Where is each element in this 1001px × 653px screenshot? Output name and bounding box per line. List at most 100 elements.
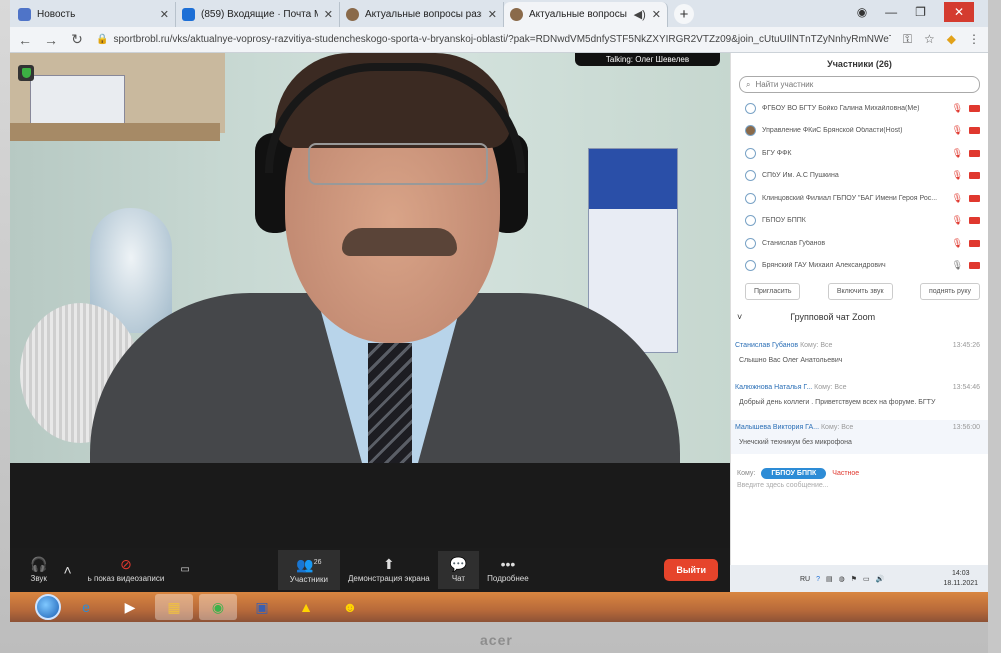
close-icon[interactable]: ✕ <box>160 8 169 21</box>
participant-row[interactable]: ФГБОУ ВО БГТУ Бойко Галина Михайловна(Me… <box>731 97 988 120</box>
participant-name: ГБПОУ БППК <box>762 217 806 225</box>
key-icon[interactable]: ⚿ <box>903 32 912 47</box>
audio-options-button[interactable]: ˄ <box>55 563 79 577</box>
message-recipient: Кому: Все <box>820 424 854 431</box>
network-icon[interactable]: ▤ <box>826 575 833 583</box>
participants-button[interactable]: 👥26 Участники <box>277 550 340 590</box>
chat-header: ˅ Групповой чат Zoom <box>731 300 988 322</box>
forward-arrow-icon[interactable]: → <box>44 32 58 48</box>
close-icon[interactable]: ✕ <box>324 8 333 21</box>
browser-tab-2[interactable]: (859) Входящие · Почта Mail.ru ✕ <box>176 2 340 27</box>
explorer-icon[interactable]: ▦ <box>155 594 193 620</box>
mustache <box>342 228 457 256</box>
browser-tab-4[interactable]: Актуальные вопросы раз ◀) ✕ <box>504 2 668 27</box>
chrome-icon[interactable]: ◉ <box>199 594 237 620</box>
camera-off-icon: ⊘ <box>120 556 132 572</box>
tab-title: Новость <box>37 9 76 20</box>
star-icon[interactable]: ☆ <box>924 32 935 47</box>
raise-hand-button[interactable]: поднять руку <box>919 283 980 300</box>
leave-button[interactable]: Выйти <box>664 559 718 581</box>
camera-off-icon <box>969 104 980 112</box>
invite-button[interactable]: Пригласить <box>745 283 801 300</box>
ie-icon[interactable]: e <box>67 594 105 620</box>
message-time: 13:45:26 <box>952 342 980 349</box>
video-button[interactable]: ⊘ ь показ видеозаписи <box>80 557 173 583</box>
volume-icon[interactable]: 🔊 <box>876 575 885 583</box>
avatar-icon <box>745 237 756 249</box>
participant-row[interactable]: БГУ ФФК 🎙 <box>731 142 988 165</box>
participant-list: ФГБОУ ВО БГТУ Бойко Галина Михайловна(Me… <box>731 97 988 277</box>
more-label: Подробнее <box>487 574 529 583</box>
mic-muted-icon: 🎙 <box>951 215 963 226</box>
minimize-button[interactable]: — <box>885 5 897 19</box>
mic-muted-icon: 🎙 <box>951 170 963 181</box>
participant-row[interactable]: Клинцовский Филиал ГБПОУ "БАГ Имени Геро… <box>731 187 988 210</box>
mic-icon: 🎙 <box>951 260 963 271</box>
more-button[interactable]: ••• Подробнее <box>479 557 537 583</box>
new-tab-button[interactable]: + <box>674 4 694 24</box>
app-triangle-icon[interactable]: ▲ <box>287 594 325 620</box>
recipient-select[interactable]: ГБПОУ БППК <box>761 468 827 479</box>
headphone-icon: 🎧 <box>30 556 48 572</box>
participants-title: Участники (26) <box>827 59 892 69</box>
share-screen-button[interactable]: ⬆ Демонстрация экрана <box>340 557 438 583</box>
taskbar: e ▶ ▦ ◉ ▣ ▲ ☻ <box>10 592 988 622</box>
chat-title: Групповой чат Zoom <box>790 312 876 322</box>
language-indicator[interactable]: RU <box>800 576 810 583</box>
participant-row[interactable]: Управление ФКиС Брянской Области(Host) 🎙 <box>731 120 988 143</box>
display-icon[interactable]: ▭ <box>863 575 870 583</box>
reload-icon[interactable]: ↻ <box>70 31 84 48</box>
audio-button[interactable]: 🎧 Звук <box>22 557 55 583</box>
chat-message: Калюжнова Наталья Г... Кому: Все 13:54:46… <box>731 384 988 406</box>
close-window-button[interactable]: ✕ <box>943 2 974 22</box>
speaker-person <box>50 53 680 463</box>
browser-tab-3[interactable]: Актуальные вопросы развития ✕ <box>340 2 504 27</box>
start-button[interactable] <box>35 594 61 620</box>
chat-message: Станислав Губанов Кому: Все 13:45:26 Слыш… <box>731 342 988 364</box>
more-dots-icon: ••• <box>500 556 516 572</box>
speaker-icon[interactable]: ◀) <box>634 8 646 21</box>
help-icon[interactable]: ? <box>816 576 820 583</box>
smiley-app-icon[interactable]: ☻ <box>331 594 369 620</box>
back-arrow-icon[interactable]: ← <box>18 32 32 48</box>
url-field[interactable]: 🔒 sportbrobl.ru/vks/aktualnye-voprosy-ra… <box>96 30 891 50</box>
lock-icon: 🔒 <box>96 34 109 45</box>
participant-row[interactable]: СПбУ Им. А.С Пушкина 🎙 <box>731 165 988 188</box>
message-text: Унечский техникум без микрофона <box>739 439 852 446</box>
mic-muted-icon: 🎙 <box>951 192 963 203</box>
mic-muted-icon: 🎙 <box>951 237 963 248</box>
chat-input[interactable]: Введите здесь сообщение... <box>731 479 988 492</box>
flag-icon[interactable]: ⚑ <box>851 575 857 583</box>
participant-search-input[interactable]: ⌕ Найти участник <box>739 76 980 93</box>
menu-dots-icon[interactable]: ⋮ <box>968 32 980 47</box>
chat-button[interactable]: 💬 Чат <box>437 551 480 589</box>
participant-row[interactable]: ГБПОУ БППК 🎙 <box>731 210 988 233</box>
avatar-icon <box>745 215 756 227</box>
media-player-icon[interactable]: ▶ <box>111 594 149 620</box>
camera-off-icon <box>969 172 980 180</box>
chrome-tray-icon[interactable]: ◍ <box>839 575 845 583</box>
clock[interactable]: 14:03 18.11.2021 <box>943 569 978 589</box>
share-screen-icon: ⬆ <box>382 556 395 572</box>
participant-row[interactable]: Брянский ГАУ Михаил Александрович 🎙 <box>731 255 988 278</box>
search-placeholder: Найти участник <box>755 80 814 89</box>
profile-icon[interactable]: ◉ <box>857 5 867 19</box>
participant-row[interactable]: Станислав Губанов 🎙 <box>731 232 988 255</box>
security-shield-icon[interactable] <box>18 65 34 81</box>
address-bar-actions: ⚿ ☆ ◆ ⋮ <box>903 32 980 47</box>
private-label: Частное <box>832 470 860 477</box>
extension-icon[interactable]: ◆ <box>947 32 956 47</box>
unmute-button[interactable]: Включить звук <box>827 283 893 300</box>
browser-tab-1[interactable]: Новость ✕ <box>12 2 176 27</box>
chat-label: Чат <box>451 574 466 583</box>
close-icon[interactable]: ✕ <box>488 8 497 21</box>
video-options-button[interactable]: ▭ <box>172 563 197 577</box>
meeting-toolbar: 🎧 Звук ˄ ⊘ ь показ видеозаписи ▭ 👥26 Уча… <box>10 548 730 592</box>
restore-button[interactable]: ❐ <box>915 5 926 19</box>
save-app-icon[interactable]: ▣ <box>243 594 281 620</box>
chevron-down-icon[interactable]: ˅ <box>737 312 742 322</box>
window-controls: ◉ — ❐ ✕ <box>857 0 988 24</box>
participant-name: ФГБОУ ВО БГТУ Бойко Галина Михайловна(Me… <box>762 104 920 112</box>
clock-date: 18.11.2021 <box>943 580 978 587</box>
close-icon[interactable]: ✕ <box>652 8 661 21</box>
